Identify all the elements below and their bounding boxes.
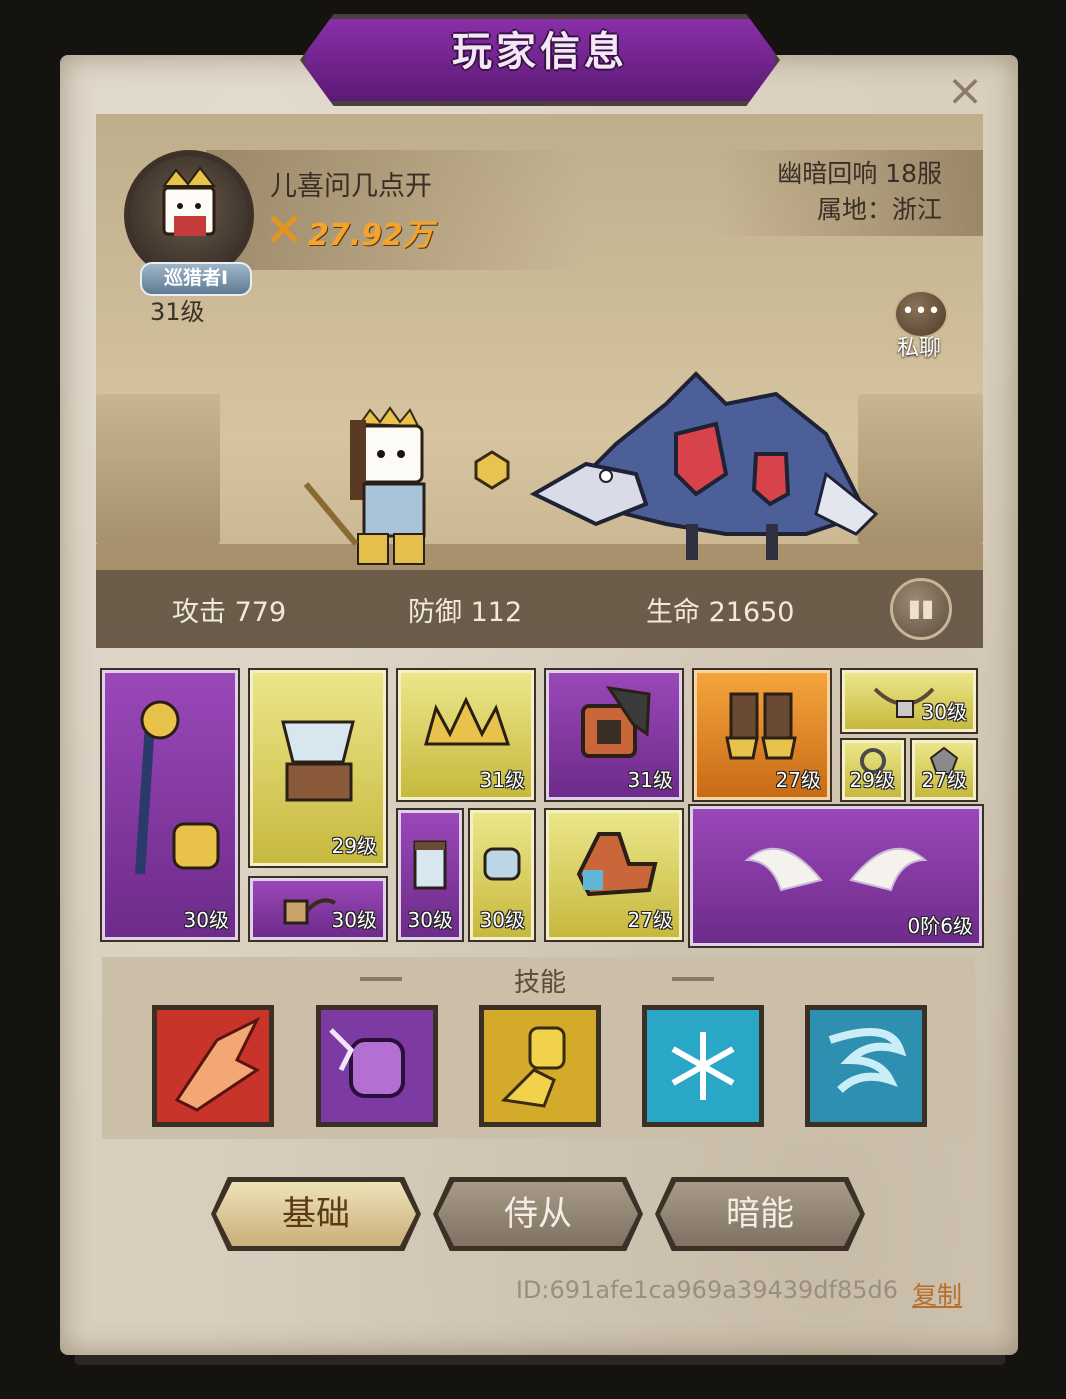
equip-slot-wings[interactable]: 0阶6级 [688,804,984,948]
snowflake-icon [671,1032,735,1100]
tab-basic-label: 基础 [282,1194,350,1234]
combat-power: 27.92万 [308,218,433,253]
equip-slot-helmet[interactable]: 31级 [396,668,536,802]
golden-orb [474,450,510,490]
chest-armor-icon [253,673,383,841]
hero-character [303,406,426,565]
hp-stat: 生命 21650 [646,597,795,628]
rank-badge: 巡猎者Ⅰ [140,262,252,296]
skills-divider-right [672,977,714,981]
crown-icon [401,673,531,775]
copy-id-link[interactable]: 复制 [912,1276,972,1312]
equip-slot-ring-1[interactable]: 29级 [840,738,906,802]
equip-slot-gloves[interactable]: 31级 [544,668,684,802]
wolf-enemy [529,371,879,560]
equip-slot-amulet[interactable]: 30级 [248,876,388,942]
skill-slot-5[interactable] [805,1005,927,1127]
server-name: 幽暗回响 18服 [777,159,942,188]
equip-slot-wrist[interactable]: 30级 [468,808,536,942]
bracer-icon [549,673,679,775]
tab-follower[interactable]: 侍从 [438,1182,638,1246]
equip-slot-pants[interactable]: 30级 [396,808,464,942]
close-icon: × [946,65,984,116]
equip-slot-necklace[interactable]: 30级 [840,668,978,734]
equip-level: 0阶6级 [907,914,973,938]
close-button[interactable]: × [940,66,990,116]
pants-icon [401,813,459,915]
tab-dark-energy-label: 暗能 [726,1194,794,1234]
equip-slot-boots[interactable]: 27级 [692,668,832,802]
equip-level: 31级 [479,768,525,792]
equip-level: 30级 [183,908,229,932]
equip-slot-ring-2[interactable]: 27级 [910,738,978,802]
equip-slot-armor[interactable]: 29级 [248,668,388,868]
defense-stat: 防御 112 [408,597,523,628]
private-chat-label: 私聊 [896,336,941,361]
private-chat-button[interactable]: ••• 私聊 [888,288,950,361]
equip-level: 29级 [849,768,895,792]
purple-fist-icon [329,1028,405,1098]
ranking-button[interactable]: ▮▮ [890,578,952,640]
wings-icon [693,809,979,921]
whirlwind-icon [828,1028,907,1093]
wristband-icon [473,813,531,915]
equip-level: 27级 [921,768,967,792]
skill-slot-2[interactable] [316,1005,438,1127]
equip-level: 30级 [479,908,525,932]
pillar-left [96,394,220,544]
equip-level: 31级 [627,768,673,792]
skill-slot-1[interactable] [152,1005,274,1127]
attack-stat: 攻击 779 [172,597,287,628]
player-id: ID:691afe1ca969a39439df85d6 [515,1276,898,1304]
dash-icon [500,1026,566,1108]
shoulder-icon [549,813,679,915]
equip-level: 30级 [921,700,967,724]
staff-icon [105,673,235,915]
skill-slot-3[interactable] [479,1005,601,1127]
equip-level: 27级 [775,768,821,792]
avatar-portrait-icon [162,166,217,236]
boots-icon [697,673,827,775]
tab-follower-label: 侍从 [504,1194,572,1234]
tab-basic[interactable]: 基础 [216,1182,416,1246]
flame-slash-icon [174,1016,261,1112]
equip-slot-belt[interactable]: 27级 [544,808,684,942]
equip-level: 27级 [627,908,673,932]
equip-level: 29级 [331,834,377,858]
tab-dark-energy[interactable]: 暗能 [660,1182,860,1246]
player-level: 31级 [150,298,205,326]
skills-divider-left [360,977,402,981]
skills-title: 技能 [513,968,566,998]
skill-slot-4[interactable] [642,1005,764,1127]
crossed-swords-icon [268,213,300,245]
page-title: 玩家信息 [452,29,628,75]
equip-level: 30级 [407,908,453,932]
ranking-icon: ▮▮ [907,594,935,622]
equip-slot-weapon[interactable]: 30级 [100,668,240,942]
equip-level: 30级 [331,908,377,932]
region: 属地：浙江 [816,195,942,224]
player-name: 儿喜问几点开 [270,171,432,202]
avatar[interactable] [124,150,254,280]
